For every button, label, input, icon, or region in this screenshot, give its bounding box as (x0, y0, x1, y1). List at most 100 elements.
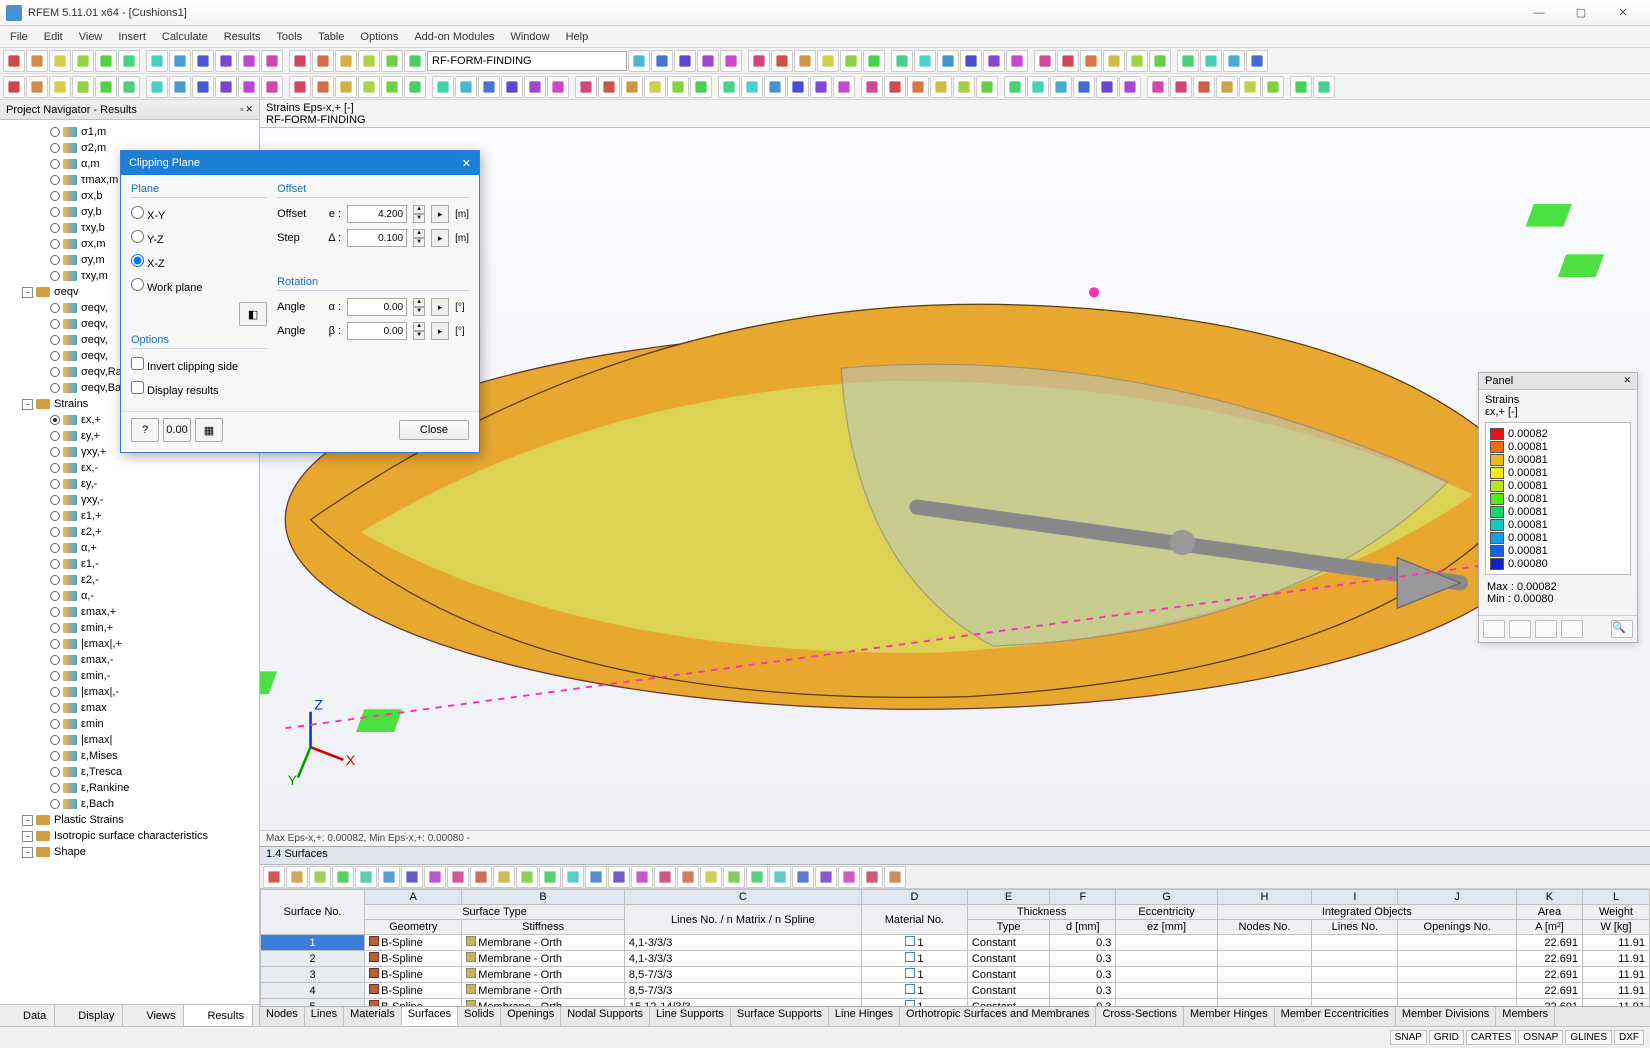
toolbar-button[interactable] (690, 76, 712, 98)
toolbar-button[interactable] (478, 76, 500, 98)
table-row[interactable]: 5B-SplineMembrane - Orth15,12-14/3/31Con… (261, 999, 1650, 1007)
status-snap[interactable]: SNAP (1390, 1030, 1427, 1045)
table-toolbar-button[interactable] (723, 866, 745, 888)
toolbar-button[interactable] (215, 50, 237, 72)
toolbar-button[interactable] (146, 76, 168, 98)
menu-edit[interactable]: Edit (36, 29, 71, 45)
table-row[interactable]: 4B-SplineMembrane - Orth8,5-7/3/31Consta… (261, 983, 1650, 999)
toolbar-button[interactable] (335, 50, 357, 72)
dialog-legend-button[interactable]: 0.00 (163, 418, 191, 442)
step-spinner[interactable]: ▲▼ (413, 229, 425, 247)
table-toolbar-button[interactable] (516, 866, 538, 888)
toolbar-button[interactable] (718, 76, 740, 98)
table-toolbar-button[interactable] (539, 866, 561, 888)
toolbar-button[interactable] (455, 76, 477, 98)
table-toolbar-button[interactable] (677, 866, 699, 888)
toolbar-button[interactable] (953, 76, 975, 98)
dialog-close-icon[interactable]: ✕ (462, 157, 471, 170)
toolbar-button[interactable] (358, 76, 380, 98)
tree-item[interactable]: α,+ (0, 540, 259, 556)
toolbar-button[interactable] (937, 50, 959, 72)
bottom-tab-openings[interactable]: Openings (501, 1007, 561, 1026)
toolbar-button[interactable] (381, 50, 403, 72)
toolbar-button[interactable] (1080, 50, 1102, 72)
table-toolbar-button[interactable] (378, 866, 400, 888)
toolbar-button[interactable] (1034, 50, 1056, 72)
module-combo[interactable]: RF-FORM-FINDING (427, 51, 627, 71)
bottom-tab-solids[interactable]: Solids (458, 1007, 501, 1026)
toolbar-button[interactable] (1216, 76, 1238, 98)
tree-item[interactable]: εmin,- (0, 668, 259, 684)
tree-item[interactable]: ε2,+ (0, 524, 259, 540)
data-grid[interactable]: Surface No.ABCDEFGHIJKLSurface TypeLines… (260, 889, 1650, 1006)
toolbar-button[interactable] (810, 76, 832, 98)
dialog-help-button[interactable]: ? (131, 418, 159, 442)
panel-btn-2[interactable] (1509, 620, 1531, 638)
toolbar-button[interactable] (404, 76, 426, 98)
table-toolbar-button[interactable] (332, 866, 354, 888)
toolbar-button[interactable] (1147, 76, 1169, 98)
toolbar-button[interactable] (169, 50, 191, 72)
toolbar-button[interactable] (169, 76, 191, 98)
toolbar-button[interactable] (49, 50, 71, 72)
tree-item[interactable]: ε2,- (0, 572, 259, 588)
toolbar-button[interactable] (261, 76, 283, 98)
dialog-title-bar[interactable]: Clipping Plane ✕ (121, 151, 479, 175)
tree-item[interactable]: |εmax|,- (0, 684, 259, 700)
toolbar-button[interactable] (215, 76, 237, 98)
navigator-pin-icon[interactable]: ▫ (240, 104, 243, 115)
toolbar-button[interactable] (118, 76, 140, 98)
panel-btn-3[interactable] (1535, 620, 1557, 638)
toolbar-button[interactable] (1149, 50, 1171, 72)
table-toolbar-button[interactable] (792, 866, 814, 888)
offset-step-button[interactable]: ▸ (431, 205, 449, 223)
toolbar-button[interactable] (840, 50, 862, 72)
toolbar-button[interactable] (651, 50, 673, 72)
angle-b-spinner[interactable]: ▲▼ (413, 322, 425, 340)
toolbar-button[interactable] (49, 76, 71, 98)
toolbar-button[interactable] (312, 76, 334, 98)
toolbar-button[interactable] (976, 76, 998, 98)
table-toolbar-button[interactable] (884, 866, 906, 888)
toolbar-button[interactable] (575, 76, 597, 98)
tree-item[interactable]: |εmax| (0, 732, 259, 748)
nav-tab-display[interactable]: Display (55, 1005, 123, 1026)
table-toolbar-button[interactable] (355, 866, 377, 888)
tree-item[interactable]: εmin,+ (0, 620, 259, 636)
tree-item[interactable]: εy,- (0, 476, 259, 492)
toolbar-button[interactable] (787, 76, 809, 98)
toolbar-button[interactable] (524, 76, 546, 98)
toolbar-button[interactable] (914, 50, 936, 72)
table-toolbar-button[interactable] (746, 866, 768, 888)
table-toolbar-button[interactable] (838, 866, 860, 888)
toolbar-button[interactable] (1096, 76, 1118, 98)
angle-a-step-button[interactable]: ▸ (431, 298, 449, 316)
toolbar-button[interactable] (146, 50, 168, 72)
toolbar-button[interactable] (764, 76, 786, 98)
toolbar-button[interactable] (1057, 50, 1079, 72)
table-toolbar-button[interactable] (424, 866, 446, 888)
nav-tab-views[interactable]: Views (123, 1005, 184, 1026)
angle-b-step-button[interactable]: ▸ (431, 322, 449, 340)
toolbar-button[interactable] (1170, 76, 1192, 98)
toolbar-button[interactable] (1200, 50, 1222, 72)
tree-item[interactable]: εx,- (0, 460, 259, 476)
toolbar-button[interactable] (891, 50, 913, 72)
bottom-tab-surface-supports[interactable]: Surface Supports (731, 1007, 829, 1026)
toolbar-button[interactable] (26, 50, 48, 72)
plane-option[interactable]: Y-Z (131, 230, 164, 246)
plane-option[interactable]: X-Y (131, 206, 165, 222)
toolbar-button[interactable] (1239, 76, 1261, 98)
option-checkbox[interactable]: Invert clipping side (131, 357, 238, 373)
table-toolbar-button[interactable] (769, 866, 791, 888)
nav-tab-data[interactable]: Data (0, 1005, 55, 1026)
table-toolbar-button[interactable] (493, 866, 515, 888)
angle-a-input[interactable] (347, 298, 407, 316)
toolbar-button[interactable] (289, 76, 311, 98)
dialog-settings-button[interactable]: ▦ (195, 418, 223, 442)
toolbar-button[interactable] (501, 76, 523, 98)
tree-item[interactable]: |εmax|,+ (0, 636, 259, 652)
toolbar-button[interactable] (192, 76, 214, 98)
tree-item[interactable]: εmax,+ (0, 604, 259, 620)
tree-item[interactable]: ε1,- (0, 556, 259, 572)
